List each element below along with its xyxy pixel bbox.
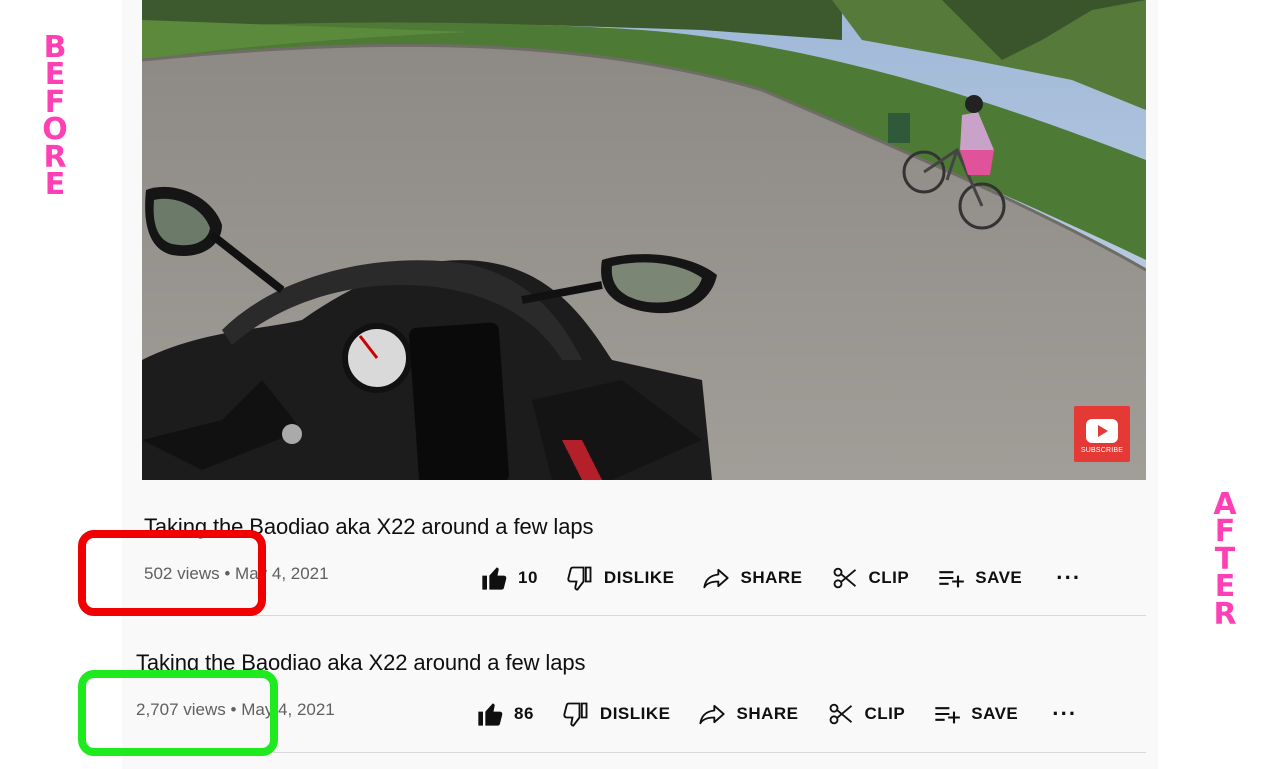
thumbs-up-icon [478,703,503,726]
clip-button[interactable]: CLIP [831,564,910,592]
scissors-icon [829,703,852,725]
thumbs-down-icon [563,702,588,727]
scissors-icon [833,567,856,589]
save-label: SAVE [975,568,1023,587]
playlist-add-icon [935,707,961,724]
dislike-label: DISLIKE [603,568,675,587]
video-frame [142,0,1146,480]
share-button[interactable]: SHARE [702,564,802,592]
youtube-play-icon [1086,418,1118,443]
like-button[interactable]: 10 [480,564,538,592]
subscribe-badge-text: SUBSCRIBE [1080,446,1124,454]
like-count: 86 [514,704,534,723]
before-letter: E [44,167,66,203]
save-label: SAVE [971,704,1019,723]
share-icon [703,568,730,589]
playlist-add-icon [939,571,965,588]
thumbs-up-icon [482,567,507,590]
share-button[interactable]: SHARE [698,700,798,728]
green-highlight-box [78,670,278,756]
save-button[interactable]: SAVE [937,564,1022,592]
more-actions-button[interactable]: ··· [1056,567,1081,589]
like-count: 10 [518,568,538,587]
thumbs-down-icon [567,566,592,591]
more-actions-button[interactable]: ··· [1052,703,1077,725]
clip-label: CLIP [864,704,906,723]
video-player[interactable]: SUBSCRIBE [142,0,1146,480]
like-button[interactable]: 86 [476,700,534,728]
dislike-button[interactable]: DISLIKE [566,564,675,592]
share-icon [699,704,726,725]
share-label: SHARE [740,568,803,587]
action-bar: 10 DISLIKE SHARE CLIP SAVE ··· [480,564,1081,592]
share-label: SHARE [736,704,799,723]
clip-label: CLIP [868,568,910,587]
save-button[interactable]: SAVE [933,700,1018,728]
divider [122,752,1146,753]
before-label: B E F O R E [38,32,72,203]
clip-button[interactable]: CLIP [827,700,906,728]
action-bar: 86 DISLIKE SHARE CLIP SAVE ··· [476,700,1077,728]
after-label: A F T E R [1208,489,1242,632]
dislike-button[interactable]: DISLIKE [562,700,671,728]
divider [122,615,1146,616]
red-highlight-box [78,530,266,616]
subscribe-badge[interactable]: SUBSCRIBE [1074,406,1130,462]
dislike-label: DISLIKE [599,704,671,723]
after-letter: R [1213,596,1237,632]
